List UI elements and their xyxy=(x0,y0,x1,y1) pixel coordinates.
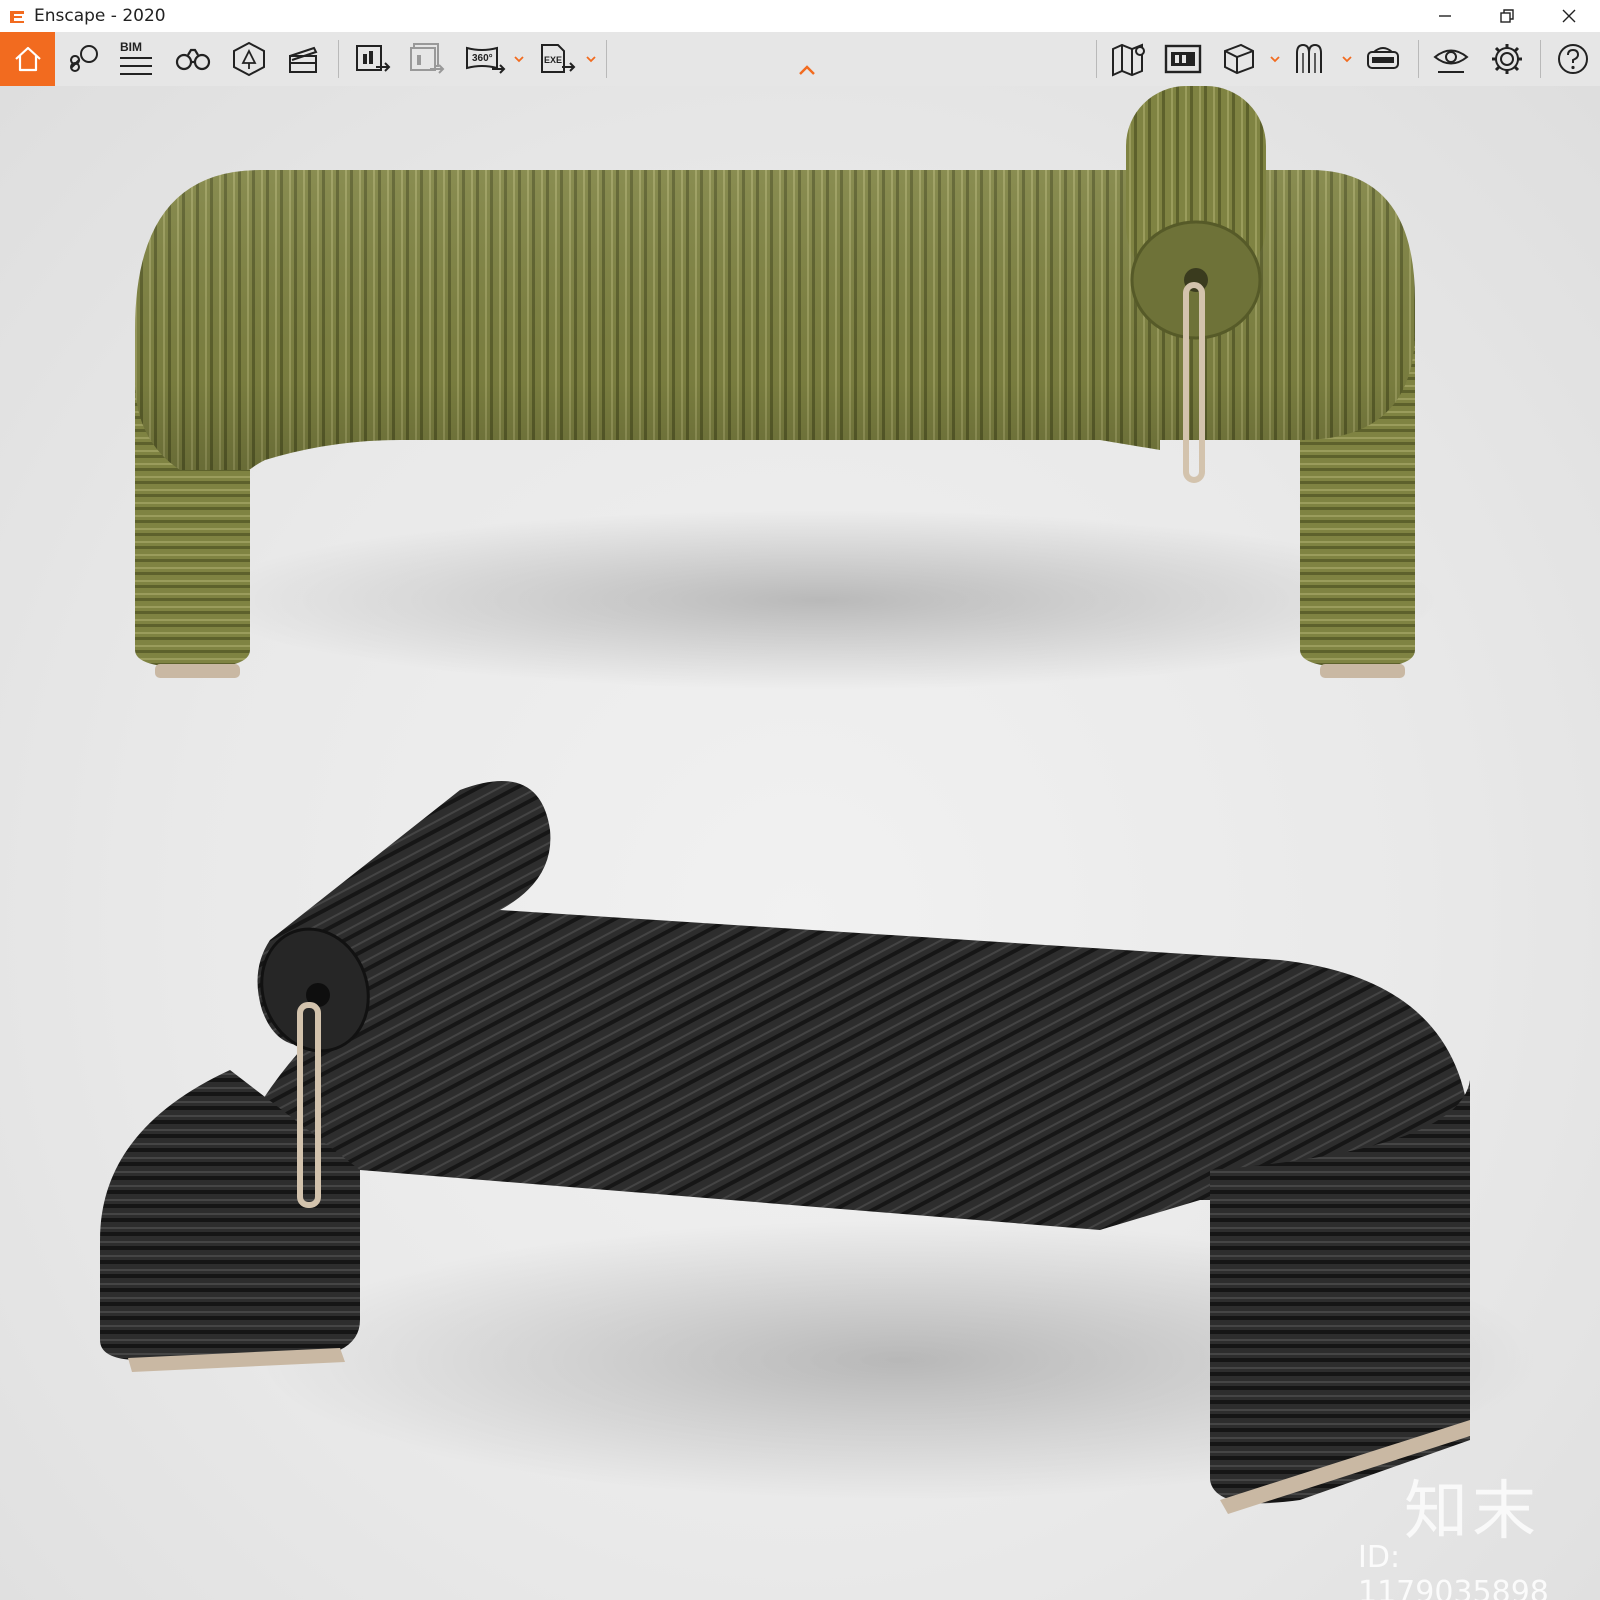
minimize-icon[interactable] xyxy=(1414,0,1476,32)
export-exe-icon: EXE xyxy=(541,44,576,73)
view-cube-button[interactable] xyxy=(1218,32,1260,86)
panorama-dropdown-icon[interactable] xyxy=(514,52,524,66)
enscape-logo-icon xyxy=(6,5,28,27)
map-pin-icon xyxy=(70,45,98,72)
visual-settings-button[interactable] xyxy=(1430,32,1472,86)
export-dropdown-icon[interactable] xyxy=(586,52,596,66)
title-bar: Enscape - 2020 xyxy=(0,0,1600,32)
home-icon xyxy=(14,46,41,72)
restore-icon[interactable] xyxy=(1476,0,1538,32)
binoculars-icon xyxy=(175,48,211,71)
cube-icon xyxy=(1224,43,1254,75)
sections-dropdown-icon[interactable] xyxy=(1342,52,1352,66)
home-button[interactable] xyxy=(0,32,55,86)
map-icon xyxy=(1112,43,1145,77)
screenshot-button[interactable] xyxy=(352,32,394,86)
rendered-benches xyxy=(100,86,1540,1514)
views-button[interactable] xyxy=(64,32,104,86)
export-exe-button[interactable]: EXE xyxy=(536,32,578,86)
svg-text:360°: 360° xyxy=(472,53,493,64)
video-editor-button[interactable] xyxy=(282,32,324,86)
bim-label: BIM xyxy=(120,40,142,54)
chevron-up-icon[interactable] xyxy=(797,63,817,77)
section-icon xyxy=(1296,43,1322,73)
sections-button[interactable] xyxy=(1290,32,1332,86)
toolbar-separator xyxy=(1096,40,1097,78)
map-button[interactable] xyxy=(1108,32,1150,86)
vr-headset-button[interactable] xyxy=(1362,32,1404,86)
window-title: Enscape - 2020 xyxy=(34,6,166,26)
batch-render-icon xyxy=(410,43,445,74)
screenshot-export-icon xyxy=(356,45,391,72)
panorama-button[interactable]: 360° xyxy=(462,32,508,86)
batch-render-button[interactable] xyxy=(406,32,448,86)
help-button[interactable] xyxy=(1552,32,1594,86)
minimap-icon xyxy=(1164,44,1202,74)
clapperboard-icon xyxy=(289,46,318,73)
toolbar-separator xyxy=(1540,40,1541,78)
render-viewport[interactable]: 知末 ID: 1179035898 xyxy=(0,86,1600,1600)
assets-button[interactable] xyxy=(228,32,270,86)
vr-headset-icon xyxy=(1367,47,1399,69)
toolbar-separator xyxy=(1418,40,1419,78)
svg-text:EXE: EXE xyxy=(544,55,562,65)
walk-mode-button[interactable] xyxy=(172,32,214,86)
toolbar-separator xyxy=(606,40,607,78)
toolbar-separator xyxy=(338,40,339,78)
settings-button[interactable] xyxy=(1486,32,1528,86)
cube-dropdown-icon[interactable] xyxy=(1270,52,1280,66)
panorama-360-icon: 360° xyxy=(466,46,506,74)
toolbar: BIM 360° EXE xyxy=(0,32,1600,86)
help-icon xyxy=(1558,44,1588,74)
eye-icon xyxy=(1433,49,1469,73)
watermark-logo: 知末 xyxy=(1404,1475,1540,1549)
gear-icon xyxy=(1492,44,1522,74)
watermark-id: ID: 1179035898 xyxy=(1358,1540,1549,1600)
asset-library-icon xyxy=(233,41,265,77)
bim-button[interactable]: BIM xyxy=(116,32,156,86)
minimap-button[interactable] xyxy=(1162,32,1204,86)
close-icon[interactable] xyxy=(1538,0,1600,32)
